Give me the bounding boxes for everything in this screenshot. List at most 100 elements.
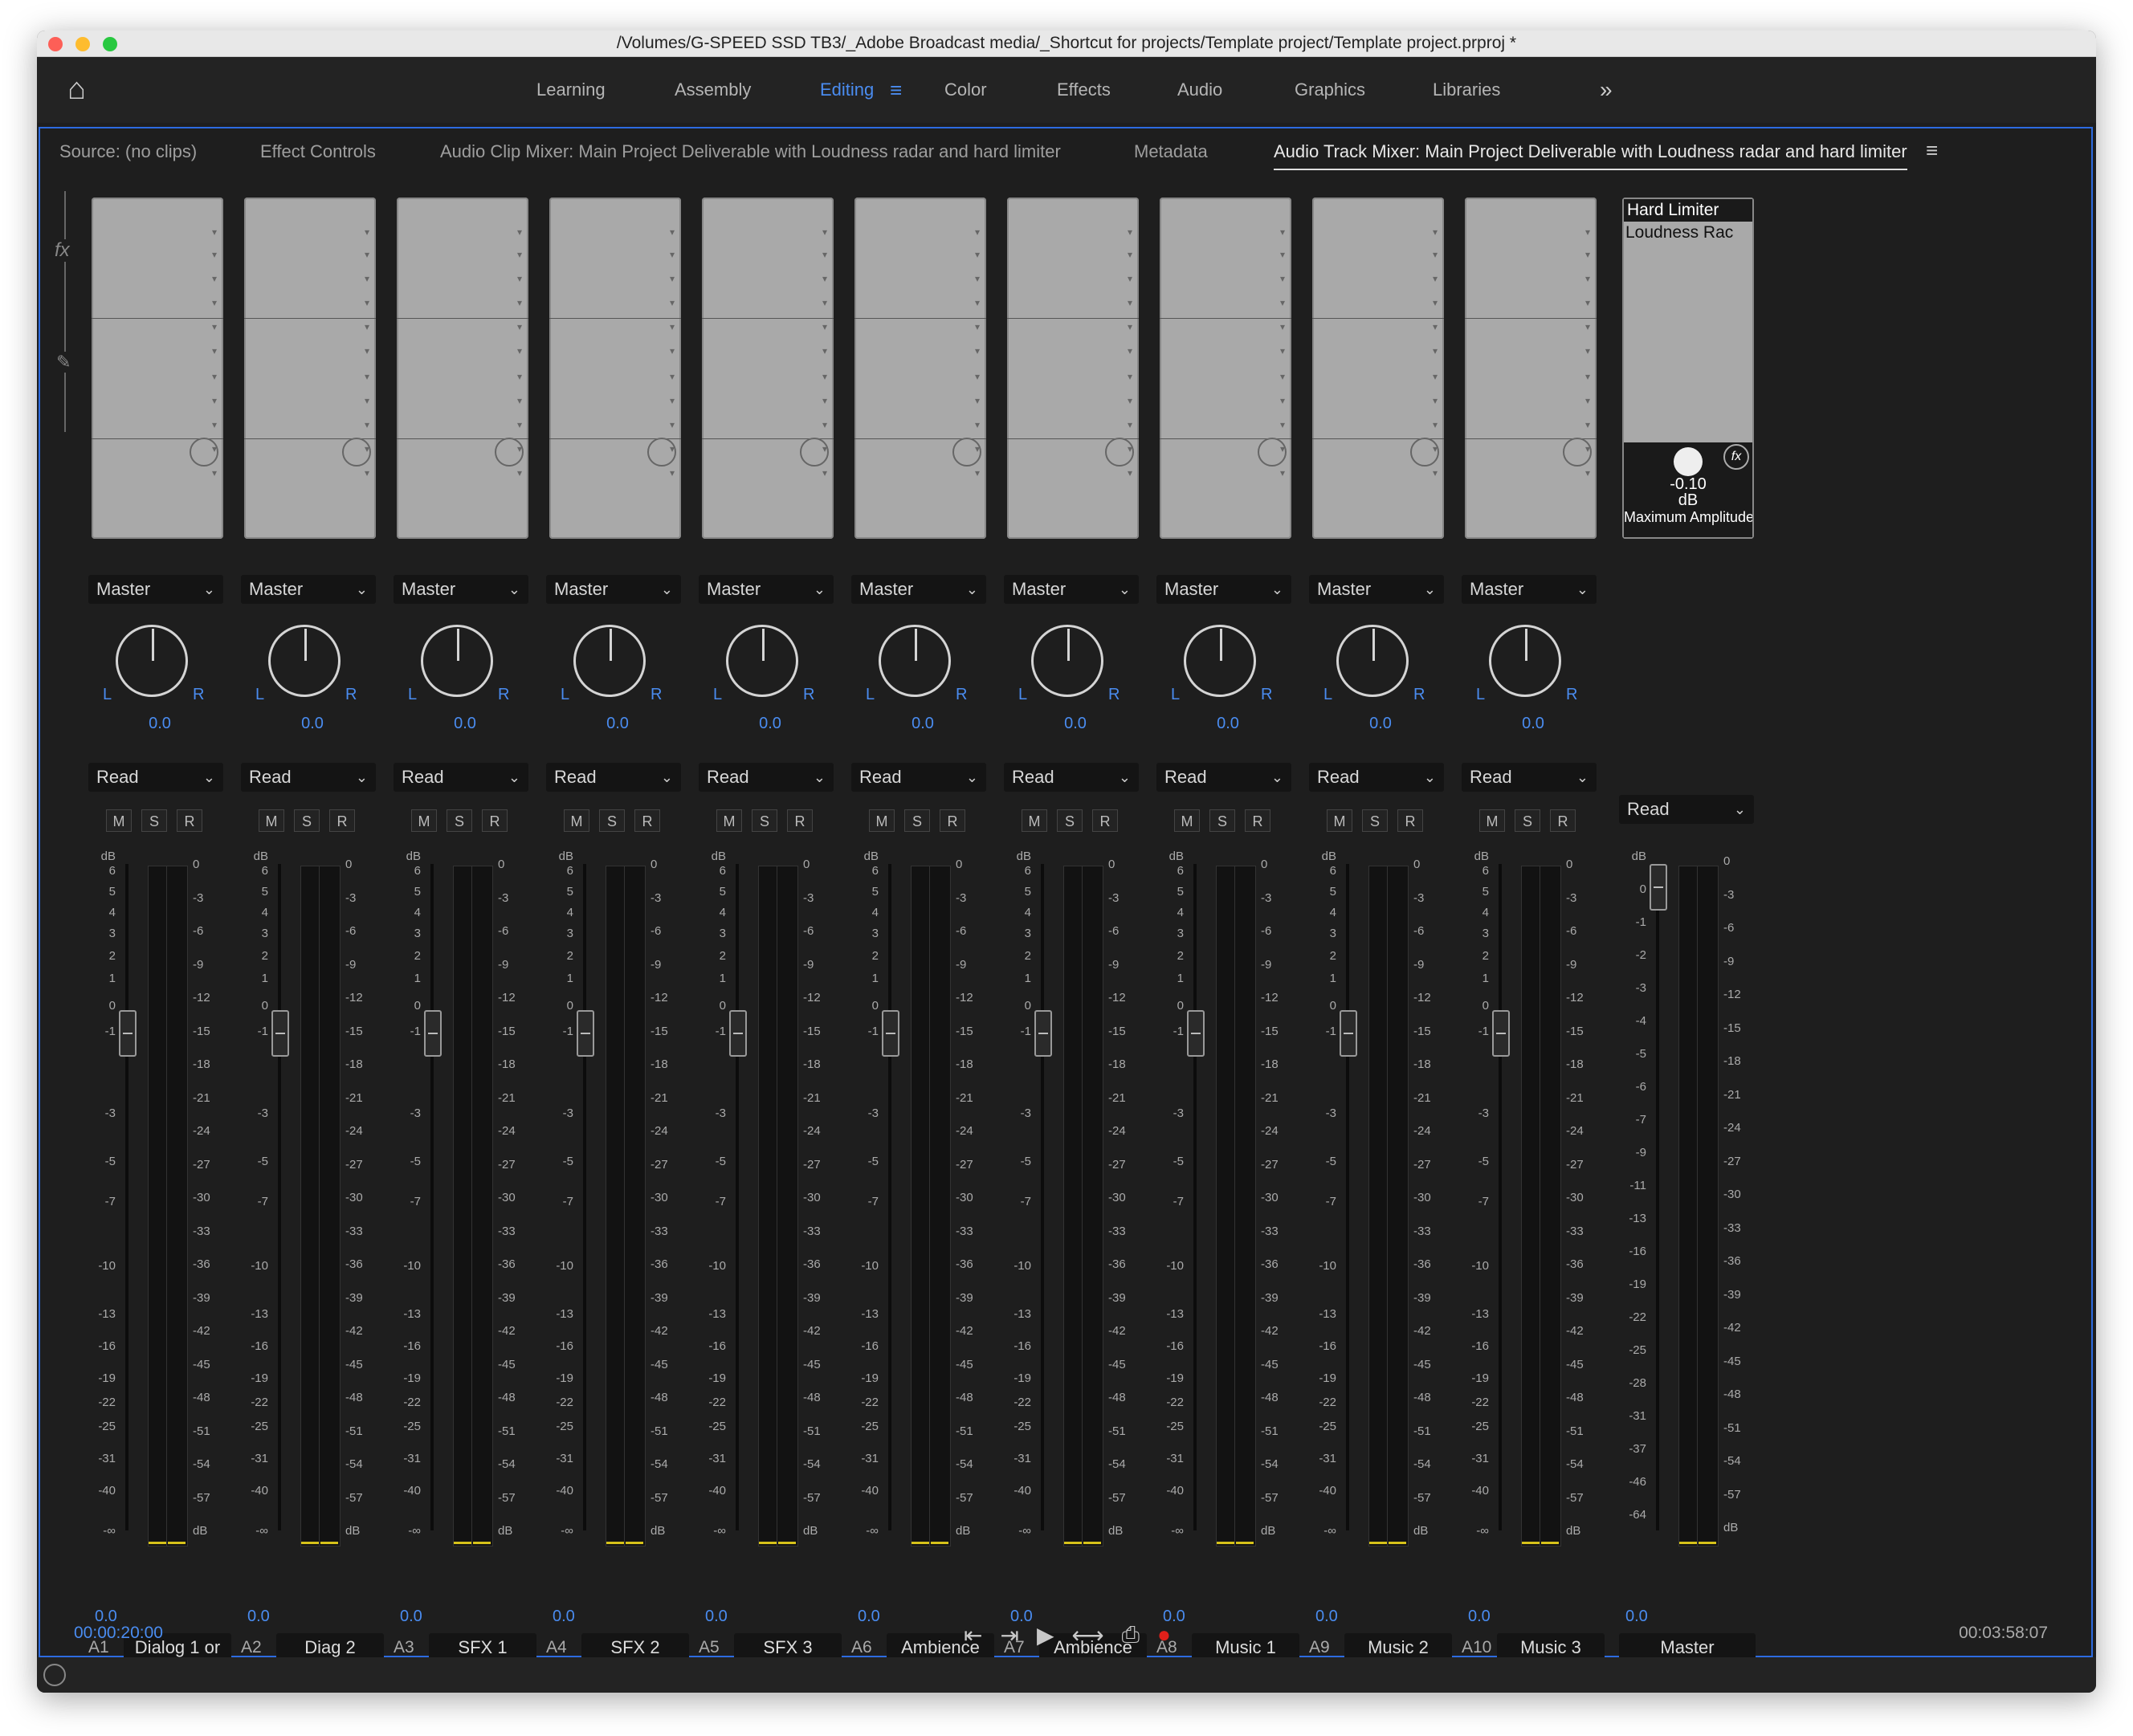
pan-knob[interactable] — [1184, 625, 1256, 697]
effects-rack[interactable]: ▾ ▾ ▾ ▾ ▾ ▾ ▾ ▾ ▾ ▾ ▾ — [854, 198, 986, 539]
solo-button[interactable]: S — [599, 809, 625, 832]
pan-value[interactable]: 0.0 — [236, 715, 389, 733]
record-button[interactable]: R — [1245, 809, 1270, 832]
volume-fader[interactable] — [1340, 1010, 1357, 1057]
solo-button[interactable]: S — [752, 809, 777, 832]
output-select[interactable]: Master ⌄ — [851, 575, 986, 604]
pan-value[interactable]: 0.0 — [694, 715, 846, 733]
solo-button[interactable]: S — [1362, 809, 1388, 832]
pan-knob[interactable] — [879, 625, 951, 697]
go-to-in-icon[interactable]: ⇤ — [964, 1622, 982, 1648]
pan-knob[interactable] — [1336, 625, 1409, 697]
solo-button[interactable]: S — [294, 809, 320, 832]
solo-button[interactable]: S — [904, 809, 930, 832]
send-knob[interactable] — [1105, 438, 1134, 467]
send-knob[interactable] — [1258, 438, 1287, 467]
workspace-assembly[interactable]: Assembly — [675, 57, 751, 123]
effects-rack[interactable]: ▾ ▾ ▾ ▾ ▾ ▾ ▾ ▾ ▾ ▾ ▾ — [244, 198, 376, 539]
send-knob[interactable] — [190, 438, 218, 467]
volume-fader[interactable] — [729, 1010, 747, 1057]
send-knob[interactable] — [342, 438, 371, 467]
minimize-window-button[interactable] — [75, 37, 90, 51]
automation-select[interactable]: Read ⌄ — [699, 763, 834, 792]
output-select[interactable]: Master ⌄ — [394, 575, 528, 604]
current-timecode[interactable]: 00:00:20:00 — [74, 1624, 163, 1643]
pan-knob[interactable] — [573, 625, 646, 697]
effects-rack[interactable]: ▾ ▾ ▾ ▾ ▾ ▾ ▾ ▾ ▾ ▾ ▾ — [1465, 198, 1597, 539]
pan-knob[interactable] — [268, 625, 341, 697]
solo-button[interactable]: S — [447, 809, 472, 832]
automation-select[interactable]: Read ⌄ — [1462, 763, 1597, 792]
record-button[interactable]: R — [482, 809, 508, 832]
solo-button[interactable]: S — [1057, 809, 1083, 832]
output-select[interactable]: Master ⌄ — [88, 575, 223, 604]
home-icon[interactable]: ⌂ — [67, 73, 100, 105]
tab-audio-track-mixer[interactable]: Audio Track Mixer: Main Project Delivera… — [1274, 141, 1907, 170]
double-chevron-right-icon[interactable]: » — [1600, 57, 1613, 123]
export-icon[interactable]: ⎙ — [1122, 1622, 1140, 1648]
record-icon[interactable]: ● — [1157, 1622, 1171, 1648]
solo-button[interactable]: S — [1515, 809, 1540, 832]
mute-button[interactable]: M — [564, 809, 589, 832]
effect-slot-loudness-radar[interactable]: Loudness Rac — [1625, 223, 1733, 242]
pan-knob[interactable] — [1489, 625, 1561, 697]
tab-effect-controls[interactable]: Effect Controls — [260, 141, 376, 162]
send-knob[interactable] — [647, 438, 676, 467]
workspace-effects[interactable]: Effects — [1057, 57, 1111, 123]
volume-fader[interactable] — [577, 1010, 594, 1057]
pan-value[interactable]: 0.0 — [541, 715, 694, 733]
automation-select[interactable]: Read ⌄ — [1004, 763, 1139, 792]
pan-value[interactable]: 0.0 — [1152, 715, 1304, 733]
mute-button[interactable]: M — [1479, 809, 1505, 832]
master-effects-rack[interactable]: Hard Limiter Loudness Rac -0.10 dB Maxim… — [1622, 198, 1754, 539]
mute-button[interactable]: M — [1022, 809, 1047, 832]
loop-icon[interactable]: ⟷ — [1071, 1622, 1103, 1648]
automation-select[interactable]: Read ⌄ — [241, 763, 376, 792]
pan-value[interactable]: 0.0 — [1304, 715, 1457, 733]
mute-button[interactable]: M — [106, 809, 132, 832]
send-knob[interactable] — [1563, 438, 1592, 467]
send-knob[interactable] — [952, 438, 981, 467]
pan-knob[interactable] — [116, 625, 188, 697]
tab-source[interactable]: Source: (no clips) — [59, 141, 197, 162]
master-volume-fader[interactable] — [1650, 864, 1667, 911]
mute-button[interactable]: M — [716, 809, 742, 832]
workspace-graphics[interactable]: Graphics — [1295, 57, 1365, 123]
record-button[interactable]: R — [940, 809, 965, 832]
sync-icon[interactable] — [43, 1664, 66, 1686]
volume-fader[interactable] — [1034, 1010, 1052, 1057]
volume-fader[interactable] — [119, 1010, 137, 1057]
output-select[interactable]: Master ⌄ — [1004, 575, 1139, 604]
send-knob[interactable] — [495, 438, 524, 467]
master-automation-select[interactable]: Read ⌄ — [1619, 795, 1754, 824]
output-select[interactable]: Master ⌄ — [1156, 575, 1291, 604]
solo-button[interactable]: S — [141, 809, 167, 832]
pan-knob[interactable] — [421, 625, 493, 697]
record-button[interactable]: R — [177, 809, 202, 832]
pan-value[interactable]: 0.0 — [846, 715, 999, 733]
pan-value[interactable]: 0.0 — [389, 715, 541, 733]
effect-slot-hard-limiter[interactable]: Hard Limiter — [1624, 199, 1752, 222]
effects-rack[interactable]: ▾ ▾ ▾ ▾ ▾ ▾ ▾ ▾ ▾ ▾ ▾ — [1312, 198, 1444, 539]
send-knob[interactable] — [1410, 438, 1439, 467]
record-button[interactable]: R — [329, 809, 355, 832]
workspace-menu-icon[interactable]: ≡ — [890, 57, 902, 123]
output-select[interactable]: Master ⌄ — [1462, 575, 1597, 604]
solo-button[interactable]: S — [1209, 809, 1235, 832]
effects-rack[interactable]: ▾ ▾ ▾ ▾ ▾ ▾ ▾ ▾ ▾ ▾ ▾ — [397, 198, 528, 539]
pan-knob[interactable] — [1031, 625, 1103, 697]
output-select[interactable]: Master ⌄ — [1309, 575, 1444, 604]
send-knob[interactable] — [800, 438, 829, 467]
workspace-libraries[interactable]: Libraries — [1433, 57, 1500, 123]
automation-select[interactable]: Read ⌄ — [851, 763, 986, 792]
volume-fader[interactable] — [1492, 1010, 1510, 1057]
automation-select[interactable]: Read ⌄ — [1156, 763, 1291, 792]
record-button[interactable]: R — [787, 809, 813, 832]
volume-fader[interactable] — [1187, 1010, 1205, 1057]
play-icon[interactable]: ▶ — [1037, 1622, 1054, 1648]
output-select[interactable]: Master ⌄ — [699, 575, 834, 604]
record-button[interactable]: R — [634, 809, 660, 832]
volume-fader[interactable] — [271, 1010, 289, 1057]
effects-rack[interactable]: ▾ ▾ ▾ ▾ ▾ ▾ ▾ ▾ ▾ ▾ ▾ — [1007, 198, 1139, 539]
workspace-audio[interactable]: Audio — [1177, 57, 1222, 123]
